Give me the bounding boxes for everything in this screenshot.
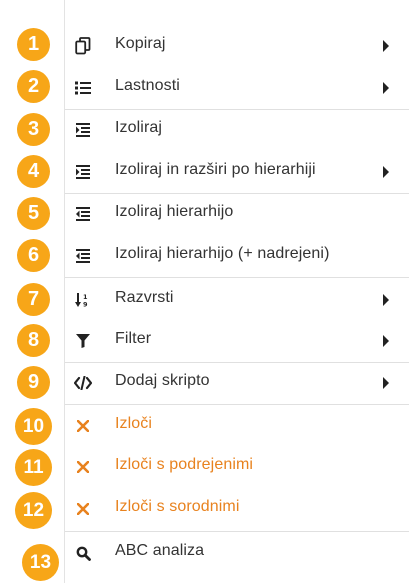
menu-item-label: ABC analiza [115,542,205,559]
hierarchy-icon [73,204,93,224]
submenu-arrow-icon [383,40,389,52]
svg-text:9: 9 [83,301,88,309]
menu-item-izoliraj-hierarhijo-nadrejeni[interactable]: Izoliraj hierarhijo (+ nadrejeni) [65,235,409,277]
menu-item-label: Izoliraj hierarhijo [115,203,234,220]
menu-item-label: Izloči s podrejenimi [115,456,254,473]
menu-item-izloci[interactable]: Izloči [65,405,409,447]
menu-item-label: Lastnosti [115,77,180,94]
isolate-icon [73,120,93,140]
callout-badge: 13 [22,544,59,581]
menu-item-label: Izoliraj in razširi po hierarhiji [115,161,316,178]
close-icon [73,499,93,519]
submenu-arrow-icon [383,377,389,389]
submenu-arrow-icon [383,335,389,347]
menu-item-filter[interactable]: Filter [65,320,409,362]
callout-badge: 12 [15,492,52,529]
callout-badge: 6 [17,239,50,272]
menu-item-label: Kopiraj [115,35,166,52]
callout-badge: 1 [17,28,50,61]
callout-badge: 4 [17,155,50,188]
context-menu: Kopiraj Lastnosti Izoliraj Izoliraj in r… [64,0,409,583]
callout-badge: 5 [17,197,50,230]
menu-item-abc-analiza[interactable]: ABC analiza [65,532,409,574]
submenu-arrow-icon [383,294,389,306]
submenu-arrow-icon [383,166,389,178]
callout-badge: 9 [17,366,50,399]
close-icon [73,457,93,477]
callout-badge: 3 [17,113,50,146]
menu-item-izoliraj[interactable]: Izoliraj [65,109,409,151]
sort-icon: 19 [73,290,93,310]
submenu-arrow-icon [383,82,389,94]
menu-item-label: Dodaj skripto [115,372,210,389]
menu-item-label: Izloči [115,415,153,432]
menu-item-label: Izoliraj hierarhijo (+ nadrejeni) [115,245,330,262]
menu-item-dodaj-skripto[interactable]: Dodaj skripto [65,362,409,404]
copy-icon [73,36,93,56]
menu-item-label: Razvrsti [115,289,174,306]
close-icon [73,416,93,436]
search-icon [73,543,93,563]
menu-item-izloci-podrejeni[interactable]: Izloči s podrejenimi [65,446,409,488]
menu-item-izoliraj-hierarhijo[interactable]: Izoliraj hierarhijo [65,193,409,235]
filter-icon [73,331,93,351]
menu-separator [65,277,409,278]
callout-badge: 11 [15,449,52,486]
menu-item-razvrsti[interactable]: 19 Razvrsti [65,279,409,321]
callout-badge: 2 [17,70,50,103]
menu-item-kopiraj[interactable]: Kopiraj [65,25,409,67]
menu-item-lastnosti[interactable]: Lastnosti [65,67,409,109]
menu-item-label: Izloči s sorodnimi [115,498,240,515]
isolate-expand-icon [73,162,93,182]
menu-item-label: Izoliraj [115,119,163,136]
menu-item-label: Filter [115,330,152,347]
callout-badge: 7 [17,283,50,316]
menu-item-izloci-sorodni[interactable]: Izloči s sorodnimi [65,488,409,530]
menu-item-izoliraj-razsiri[interactable]: Izoliraj in razširi po hierarhiji [65,151,409,193]
hierarchy-parent-icon [73,246,93,266]
code-icon [73,373,93,393]
list-icon [73,78,93,98]
callout-badge: 10 [15,408,52,445]
callout-badge: 8 [17,324,50,357]
